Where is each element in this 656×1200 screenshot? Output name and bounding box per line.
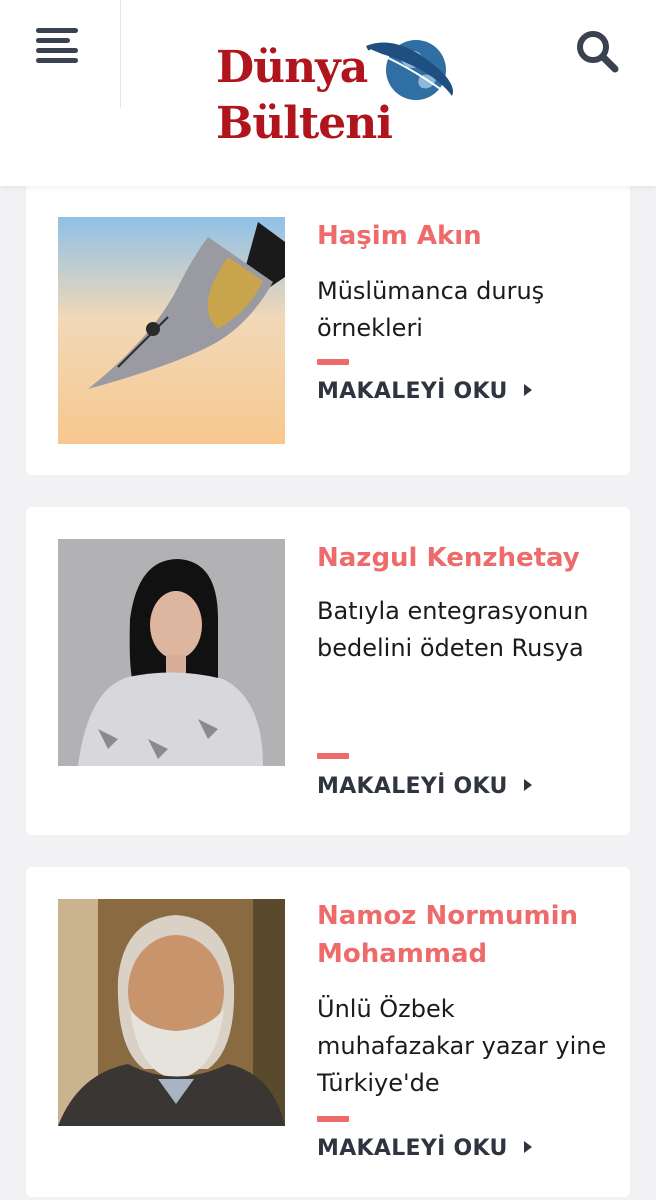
article-image-portrait-man[interactable]: [58, 899, 285, 1126]
site-logo[interactable]: Dünya Bülteni: [212, 26, 462, 152]
caret-right-icon: [523, 384, 532, 396]
read-more-label: MAKALEYİ OKU: [317, 774, 508, 799]
read-more-link[interactable]: MAKALEYİ OKU: [317, 1134, 532, 1164]
caret-right-icon: [523, 779, 532, 791]
site-header: Dünya Bülteni: [0, 0, 656, 186]
caret-right-icon: [523, 1141, 532, 1153]
search-icon[interactable]: [574, 28, 620, 74]
accent-bar: [317, 359, 349, 365]
read-more-link[interactable]: MAKALEYİ OKU: [317, 772, 532, 802]
read-more-label: MAKALEYİ OKU: [317, 379, 508, 404]
article-title[interactable]: Ünlü Özbek muhafazakar yazar yine Türkiy…: [317, 991, 607, 1102]
logo-text-line2: Bülteni: [216, 98, 393, 149]
accent-bar: [317, 1116, 349, 1122]
article-author[interactable]: Namoz Normumin Mohammad: [317, 897, 607, 973]
article-title[interactable]: Batıyla entegrasyonun bedelini ödeten Ru…: [317, 593, 607, 667]
article-card[interactable]: Haşim Akın Müslümanca duruş örnekleri MA…: [26, 160, 630, 475]
read-more-link[interactable]: MAKALEYİ OKU: [317, 377, 532, 407]
read-more-label: MAKALEYİ OKU: [317, 1136, 508, 1161]
article-author[interactable]: Nazgul Kenzhetay: [317, 539, 607, 577]
article-title[interactable]: Müslümanca duruş örnekleri: [317, 273, 607, 347]
header-divider: [120, 0, 121, 108]
article-card[interactable]: Nazgul Kenzhetay Batıyla entegrasyonun b…: [26, 507, 630, 835]
article-image-pen[interactable]: [58, 217, 285, 444]
article-author[interactable]: Haşim Akın: [317, 217, 607, 255]
logo-text-line1: Dünya: [216, 42, 368, 93]
hamburger-menu-icon[interactable]: [36, 28, 82, 66]
article-image-portrait-woman[interactable]: [58, 539, 285, 766]
accent-bar: [317, 753, 349, 759]
article-card[interactable]: Namoz Normumin Mohammad Ünlü Özbek muhaf…: [26, 867, 630, 1197]
